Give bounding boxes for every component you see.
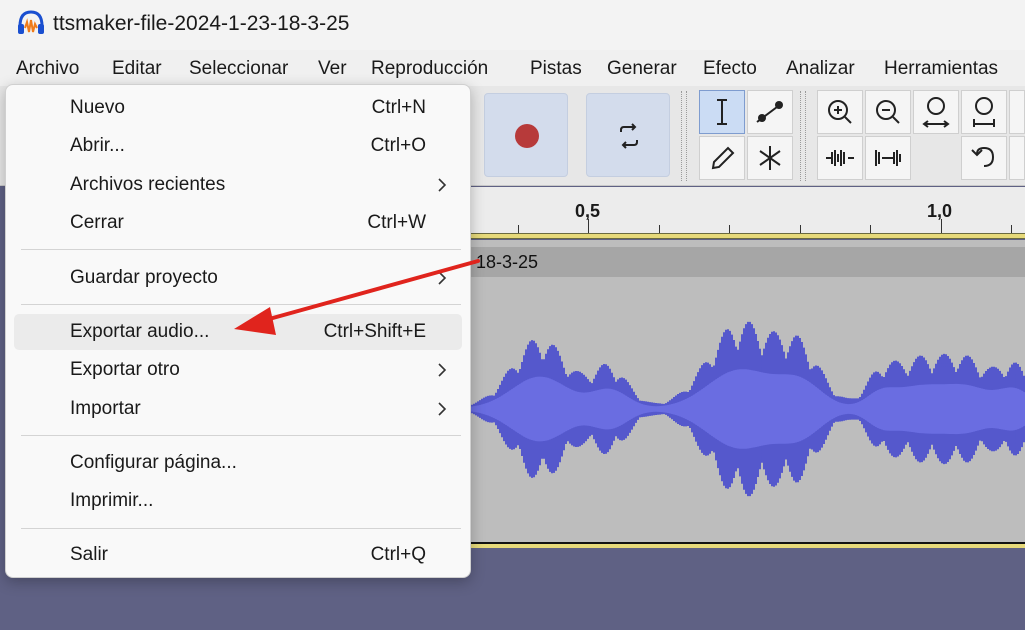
menu-item-shortcut: Ctrl+Shift+E <box>323 321 426 342</box>
fit-selection-button[interactable] <box>913 90 959 134</box>
zoom-out-button[interactable] <box>865 90 911 134</box>
menu-item-guardar-proyecto[interactable]: Guardar proyecto <box>14 260 462 296</box>
menu-analizar[interactable]: Analizar <box>786 58 855 80</box>
chevron-right-icon <box>438 363 447 377</box>
menu-item-label: Cerrar <box>70 212 124 233</box>
menu-item-nuevo[interactable]: Nuevo Ctrl+N <box>14 90 462 126</box>
menu-item-label: Abrir... <box>70 135 125 156</box>
menu-item-label: Nuevo <box>70 97 125 118</box>
record-button[interactable] <box>484 93 568 177</box>
envelope-tool-icon <box>756 101 783 123</box>
silence-button[interactable] <box>865 136 911 180</box>
play-region-bar[interactable] <box>470 233 1025 239</box>
menu-item-label: Configurar página... <box>70 452 237 473</box>
menu-item-label: Exportar otro <box>70 359 180 380</box>
draw-tool-button[interactable] <box>699 136 745 180</box>
silence-icon <box>875 150 901 166</box>
menu-item-archivos-recientes[interactable]: Archivos recientes <box>14 167 462 203</box>
menu-generar[interactable]: Generar <box>607 58 677 80</box>
menu-item-cerrar[interactable]: Cerrar Ctrl+W <box>14 205 462 241</box>
menu-separator <box>21 249 461 250</box>
menu-item-label: Exportar audio... <box>70 321 210 342</box>
track-bottom-bar <box>470 542 1025 548</box>
menu-seleccionar[interactable]: Seleccionar <box>189 58 288 80</box>
zoom-in-icon <box>828 100 852 124</box>
menu-item-imprimir[interactable]: Imprimir... <box>14 483 462 519</box>
menu-separator <box>21 528 461 529</box>
menu-separator <box>21 435 461 436</box>
menu-pistas[interactable]: Pistas <box>530 58 582 80</box>
chevron-right-icon <box>438 271 447 285</box>
menu-separator <box>21 304 461 305</box>
undo-button[interactable] <box>961 136 1007 180</box>
zoom-toggle-button[interactable] <box>1009 90 1025 134</box>
menu-item-abrir[interactable]: Abrir... Ctrl+O <box>14 128 462 164</box>
fit-selection-icon <box>922 97 950 128</box>
chevron-right-icon <box>438 178 447 192</box>
clip-header[interactable] <box>470 247 1025 277</box>
zoom-in-button[interactable] <box>817 90 863 134</box>
trim-button[interactable] <box>817 136 863 180</box>
menu-reproduccion[interactable]: Reproducción <box>371 58 488 80</box>
multi-tool-button[interactable] <box>747 136 793 180</box>
menu-item-configurar-pagina[interactable]: Configurar página... <box>14 445 462 481</box>
menu-ver[interactable]: Ver <box>318 58 347 80</box>
timeline-ruler[interactable]: 0,5 1,0 <box>470 187 1025 233</box>
undo-icon <box>971 146 995 167</box>
menu-item-exportar-audio[interactable]: Exportar audio... Ctrl+Shift+E <box>14 314 462 350</box>
menu-item-shortcut: Ctrl+Q <box>370 544 426 565</box>
menu-item-shortcut: Ctrl+W <box>367 212 426 233</box>
waveform[interactable] <box>470 277 1025 542</box>
record-icon <box>515 124 539 148</box>
ruler-label: 1,0 <box>927 201 953 221</box>
menu-bar: Archivo Editar Seleccionar Ver Reproducc… <box>0 50 1025 86</box>
multi-tool-icon <box>759 146 781 170</box>
zoom-out-icon <box>876 100 900 124</box>
draw-tool-icon <box>711 146 735 170</box>
chevron-right-icon <box>438 402 447 416</box>
selection-tool-icon <box>717 99 727 125</box>
clip-name: -18-3-25 <box>470 252 539 272</box>
toolbar-grip[interactable] <box>681 91 687 181</box>
menu-efecto[interactable]: Efecto <box>703 58 757 80</box>
menu-item-label: Salir <box>70 544 109 565</box>
menu-herramientas[interactable]: Herramientas <box>884 58 998 80</box>
menu-item-label: Guardar proyecto <box>70 267 218 288</box>
fit-project-icon <box>973 97 995 127</box>
selection-tool-button[interactable] <box>699 90 745 134</box>
trim-icon <box>826 150 854 166</box>
file-menu: Nuevo Ctrl+N Abrir... Ctrl+O Archivos re… <box>5 84 471 578</box>
menu-item-importar[interactable]: Importar <box>14 391 462 427</box>
menu-item-label: Imprimir... <box>70 490 154 511</box>
window-title: ttsmaker-file-2024-1-23-18-3-25 <box>53 12 350 35</box>
envelope-tool-button[interactable] <box>747 90 793 134</box>
loop-icon <box>620 123 638 149</box>
menu-item-label: Importar <box>70 398 141 419</box>
menu-item-salir[interactable]: Salir Ctrl+Q <box>14 537 462 573</box>
audacity-logo-icon <box>18 10 44 34</box>
fit-project-button[interactable] <box>961 90 1007 134</box>
menu-item-label: Archivos recientes <box>70 174 226 195</box>
menu-item-exportar-otro[interactable]: Exportar otro <box>14 352 462 388</box>
redo-button[interactable] <box>1009 136 1025 180</box>
title-bar: ttsmaker-file-2024-1-23-18-3-25 <box>0 0 1025 50</box>
menu-archivo[interactable]: Archivo <box>7 53 88 86</box>
menu-item-shortcut: Ctrl+N <box>371 97 426 118</box>
menu-editar[interactable]: Editar <box>112 58 162 80</box>
toolbar-grip[interactable] <box>800 91 806 181</box>
loop-button[interactable] <box>586 93 670 177</box>
menu-item-shortcut: Ctrl+O <box>370 135 426 156</box>
